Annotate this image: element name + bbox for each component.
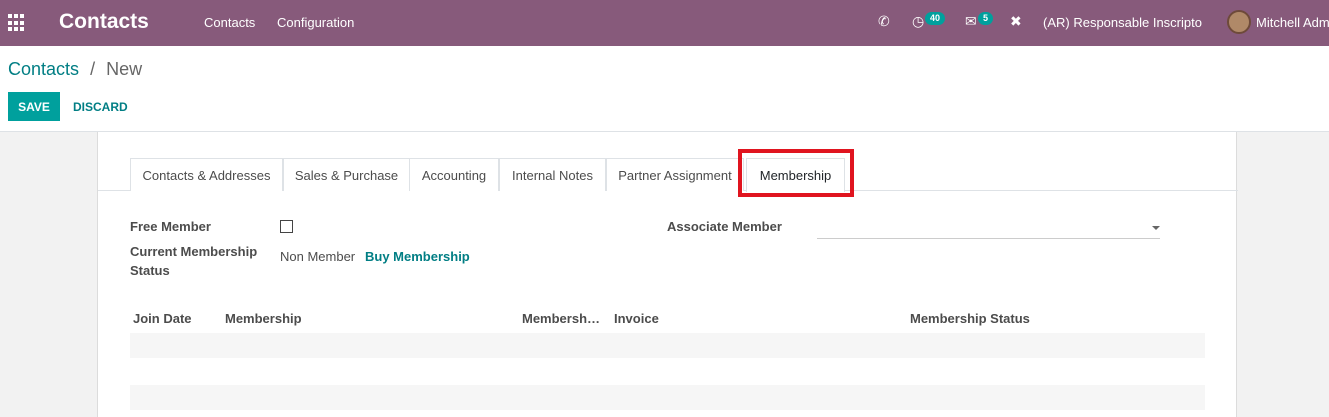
membership-tab-highlight xyxy=(738,149,854,197)
user-menu[interactable]: Mitchell Admin xyxy=(1256,15,1329,30)
associate-member-select[interactable] xyxy=(819,220,1149,236)
current-status-label-line2: Status xyxy=(130,263,170,278)
notebook-tabs: Contacts & Addresses Sales & Purchase Ac… xyxy=(98,158,1238,192)
activity-count-badge: 40 xyxy=(925,12,946,25)
breadcrumb-current: New xyxy=(106,59,143,79)
tab-internal-notes[interactable]: Internal Notes xyxy=(499,158,606,191)
free-member-checkbox[interactable] xyxy=(280,220,293,233)
apps-grid-icon[interactable] xyxy=(8,14,26,32)
company-switcher[interactable]: (AR) Responsable Inscripto xyxy=(1043,15,1202,30)
dropdown-caret-icon[interactable] xyxy=(1152,226,1160,230)
chat-bubble-icon[interactable]: ✉ xyxy=(965,13,977,30)
current-status-value: Non Member xyxy=(280,249,356,264)
current-status-label-line1: Current Membership xyxy=(130,244,258,259)
table-row xyxy=(130,358,1205,385)
current-status-label: Current Membership Status xyxy=(130,242,257,280)
column-membership-status[interactable]: Membership Status xyxy=(910,311,1030,326)
tab-sales-purchase[interactable]: Sales & Purchase xyxy=(283,158,410,191)
table-row xyxy=(130,333,1205,358)
app-brand[interactable]: Contacts xyxy=(59,10,149,34)
message-count-badge: 5 xyxy=(978,12,994,25)
tab-contacts-addresses[interactable]: Contacts & Addresses xyxy=(130,158,283,191)
form-sheet: Contacts & Addresses Sales & Purchase Ac… xyxy=(97,132,1238,417)
table-row xyxy=(130,385,1205,410)
buy-membership-button[interactable]: Buy Membership xyxy=(365,249,470,264)
control-panel: Contacts / New SAVE DISCARD xyxy=(0,46,1329,132)
breadcrumb: Contacts / New xyxy=(8,59,142,80)
top-navbar: Contacts Contacts Configuration ✆ ◷ 40 ✉… xyxy=(0,0,1329,46)
debug-tools-icon[interactable]: ✖ xyxy=(1010,13,1022,30)
phone-icon[interactable]: ✆ xyxy=(878,13,890,30)
column-join-date[interactable]: Join Date xyxy=(133,311,192,326)
column-membership[interactable]: Membership xyxy=(225,311,302,326)
associate-member-underline xyxy=(817,238,1160,239)
tab-partner-assignment[interactable]: Partner Assignment xyxy=(606,158,744,191)
menu-configuration[interactable]: Configuration xyxy=(277,15,354,30)
save-button[interactable]: SAVE xyxy=(8,92,60,121)
discard-button[interactable]: DISCARD xyxy=(73,92,128,121)
activity-clock-icon[interactable]: ◷ xyxy=(912,13,924,30)
user-avatar[interactable] xyxy=(1227,10,1251,34)
breadcrumb-separator: / xyxy=(90,59,96,79)
tab-accounting[interactable]: Accounting xyxy=(409,158,499,191)
column-invoice[interactable]: Invoice xyxy=(614,311,659,326)
associate-member-label: Associate Member xyxy=(667,219,782,234)
breadcrumb-contacts-link[interactable]: Contacts xyxy=(8,59,79,79)
free-member-label: Free Member xyxy=(130,219,211,234)
column-membership-fee[interactable]: Membersh… xyxy=(522,311,600,326)
menu-contacts[interactable]: Contacts xyxy=(204,15,255,30)
